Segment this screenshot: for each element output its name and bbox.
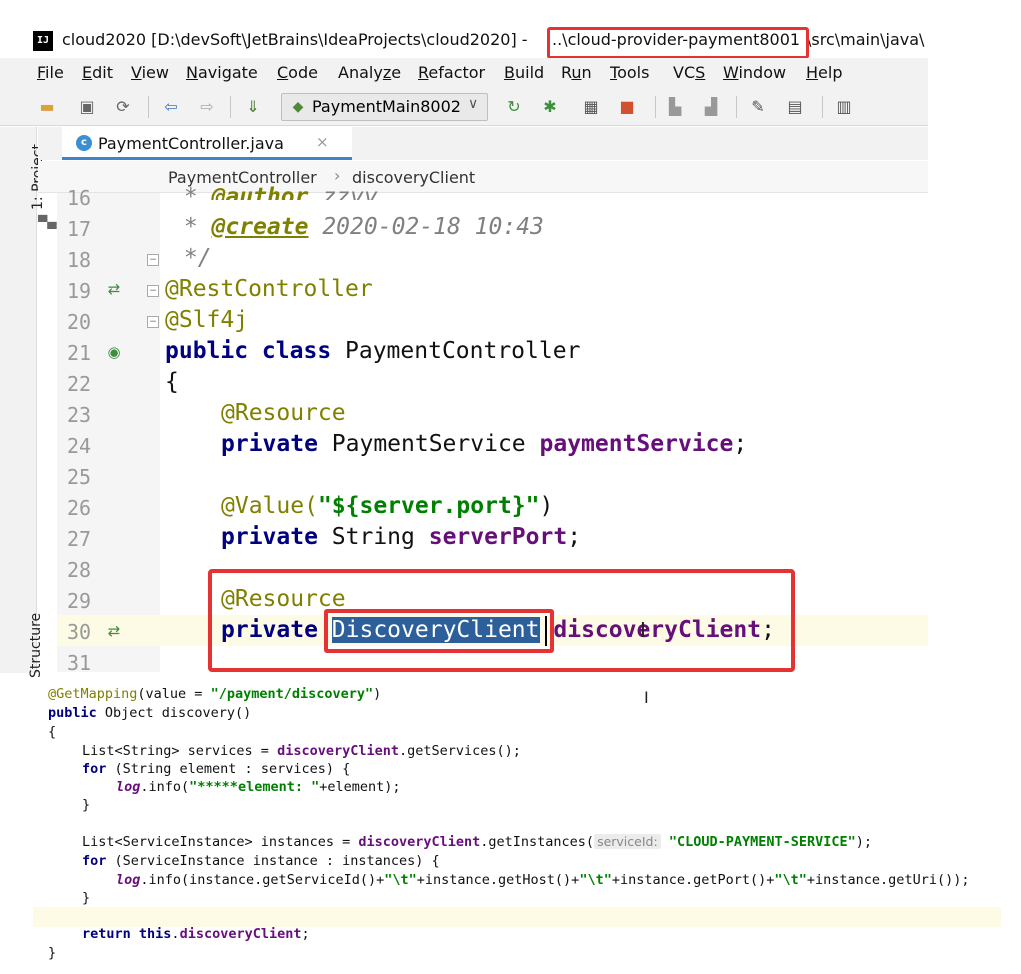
menu-navigate[interactable]: Navigate (186, 63, 258, 82)
tab-payment-controller[interactable]: c PaymentController.java × (62, 127, 352, 160)
snippet-line-2: public Object discovery() (48, 705, 252, 721)
sync-icon[interactable]: ⟳ (113, 97, 133, 117)
line-number: 29 (67, 589, 92, 613)
run-configuration-select[interactable]: ◆ PaymentMain8002 ∨ (281, 93, 488, 121)
window-title-path: \src\main\java\ (806, 30, 925, 49)
parameter-hint: serviceId: (594, 834, 661, 849)
sdk-icon[interactable]: ▟ (701, 97, 721, 117)
autowire-navigate-icon[interactable]: ⇄ (104, 621, 124, 641)
line-number: 25 (67, 465, 92, 489)
main-toolbar: ▬ ▣ ⟳ ⇦ ⇨ ⇓ ◆ PaymentMain8002 ∨ ↻ ✱ ▦ ■ … (0, 88, 928, 126)
stop-icon[interactable]: ■ (617, 97, 637, 117)
code-line-18: */ (170, 245, 212, 271)
menu-edit[interactable]: Edit (82, 63, 113, 82)
java-class-icon: c (76, 135, 92, 151)
chevron-right-icon: › (334, 166, 341, 185)
line-number: 22 (67, 372, 92, 396)
code-line-26: @Value("${server.port}") (221, 493, 554, 519)
project-structure-icon[interactable]: ▙ (665, 97, 685, 117)
code-line-22: { (165, 369, 179, 395)
line-number: 27 (67, 527, 92, 551)
snippet-line-13: } (48, 945, 57, 961)
save-icon[interactable]: ▣ (77, 97, 97, 117)
line-number: 20 (67, 310, 92, 334)
menu-bar: File Edit View Navigate Code Analyze Ref… (0, 58, 928, 88)
menu-file[interactable]: File (37, 63, 64, 82)
coverage-icon[interactable]: ▦ (581, 97, 601, 117)
settings-wrench-icon[interactable]: ✎ (748, 97, 768, 117)
structure-tool-window-tab[interactable]: Structure (28, 613, 44, 678)
debug-icon[interactable]: ✱ (540, 97, 560, 117)
code-line-21: public class PaymentController (165, 338, 581, 364)
snippet-line-10: log.info(instance.getServiceId()+"\t"+in… (116, 872, 970, 888)
line-number: 17 (67, 217, 92, 241)
spring-class-icon[interactable]: ◉ (104, 342, 124, 362)
window-title-project: cloud2020 [D:\devSoft\JetBrains\IdeaProj… (62, 30, 528, 49)
back-icon[interactable]: ⇦ (161, 97, 181, 117)
favorites-icon[interactable]: ▀▄ (38, 215, 56, 229)
snippet-line-4: List<String> services = discoveryClient.… (82, 743, 521, 759)
code-line-19: @RestController (165, 276, 373, 302)
line-number: 21 (67, 341, 92, 365)
menu-run[interactable]: Run (561, 63, 592, 82)
structure-icon[interactable]: ▤ (785, 97, 805, 117)
menu-vcs[interactable]: VCS (673, 63, 705, 82)
code-line-27: private String serverPort; (221, 524, 582, 550)
editor-tab-bar: c PaymentController.java × (38, 127, 928, 160)
fold-marker-icon[interactable]: − (147, 316, 159, 328)
snippet-line-9: for (ServiceInstance instance : instance… (82, 853, 440, 869)
chevron-down-icon: ∨ (468, 96, 479, 112)
menu-build[interactable]: Build (504, 63, 544, 82)
line-number: 18 (67, 248, 92, 272)
snippet-line-5: for (String element : services) { (82, 761, 351, 777)
line-number: 28 (67, 558, 92, 582)
menu-window[interactable]: Window (723, 63, 786, 82)
fold-marker-icon[interactable]: − (147, 254, 159, 266)
code-line-23: @Resource (221, 400, 346, 426)
spring-bean-icon[interactable]: ⇄ (104, 279, 124, 299)
build-icon[interactable]: ⇓ (243, 97, 263, 117)
code-line-16: * @author zzyy (170, 184, 378, 200)
close-icon[interactable]: × (316, 133, 329, 151)
menu-help[interactable]: Help (806, 63, 842, 82)
spring-boot-icon: ◆ (292, 99, 304, 115)
type-highlight-box (324, 609, 554, 653)
code-line-20: @Slf4j (165, 307, 249, 333)
menu-tools[interactable]: Tools (610, 63, 649, 82)
fold-marker-icon[interactable]: − (147, 285, 159, 297)
open-folder-icon[interactable]: ▬ (37, 97, 57, 117)
line-number: 31 (67, 651, 92, 675)
snippet-line-8: List<ServiceInstance> instances = discov… (82, 834, 873, 850)
run-icon[interactable]: ↻ (504, 97, 524, 117)
line-number: 30 (67, 620, 92, 644)
menu-analyze[interactable]: Analyze (338, 63, 401, 82)
line-number: 16 (67, 186, 92, 210)
menu-view[interactable]: View (131, 63, 169, 82)
intellij-logo-icon: IJ (33, 31, 53, 51)
menu-refactor[interactable]: Refactor (418, 63, 485, 82)
window-title-bar: IJ cloud2020 [D:\devSoft\JetBrains\IdeaP… (0, 28, 1021, 58)
snippet-line-11: } (82, 890, 91, 906)
snippet-line-7: } (82, 797, 91, 813)
forward-icon[interactable]: ⇨ (197, 97, 217, 117)
line-number: 26 (67, 496, 92, 520)
line-number: 19 (67, 279, 92, 303)
tab-label: PaymentController.java (98, 134, 284, 153)
snippet-line-1: @GetMapping(value = "/payment/discovery"… (48, 686, 382, 702)
code-line-24: private PaymentService paymentService; (221, 431, 748, 457)
code-line-17: * @create 2020-02-18 10:43 (170, 214, 544, 240)
line-number: 24 (67, 434, 92, 458)
line-number: 23 (67, 403, 92, 427)
menu-code[interactable]: Code (277, 63, 318, 82)
snippet-line-12: return this.discoveryClient; (82, 926, 310, 942)
text-cursor-icon: I (644, 688, 649, 707)
run-configuration-label: PaymentMain8002 (312, 97, 461, 116)
module-highlight-box (547, 27, 809, 59)
vcs-icon[interactable]: ▥ (834, 97, 854, 117)
current-line-highlight (33, 907, 1001, 927)
snippet-line-6: log.info("*****element: "+element); (116, 779, 401, 795)
snippet-line-3: { (48, 724, 57, 740)
